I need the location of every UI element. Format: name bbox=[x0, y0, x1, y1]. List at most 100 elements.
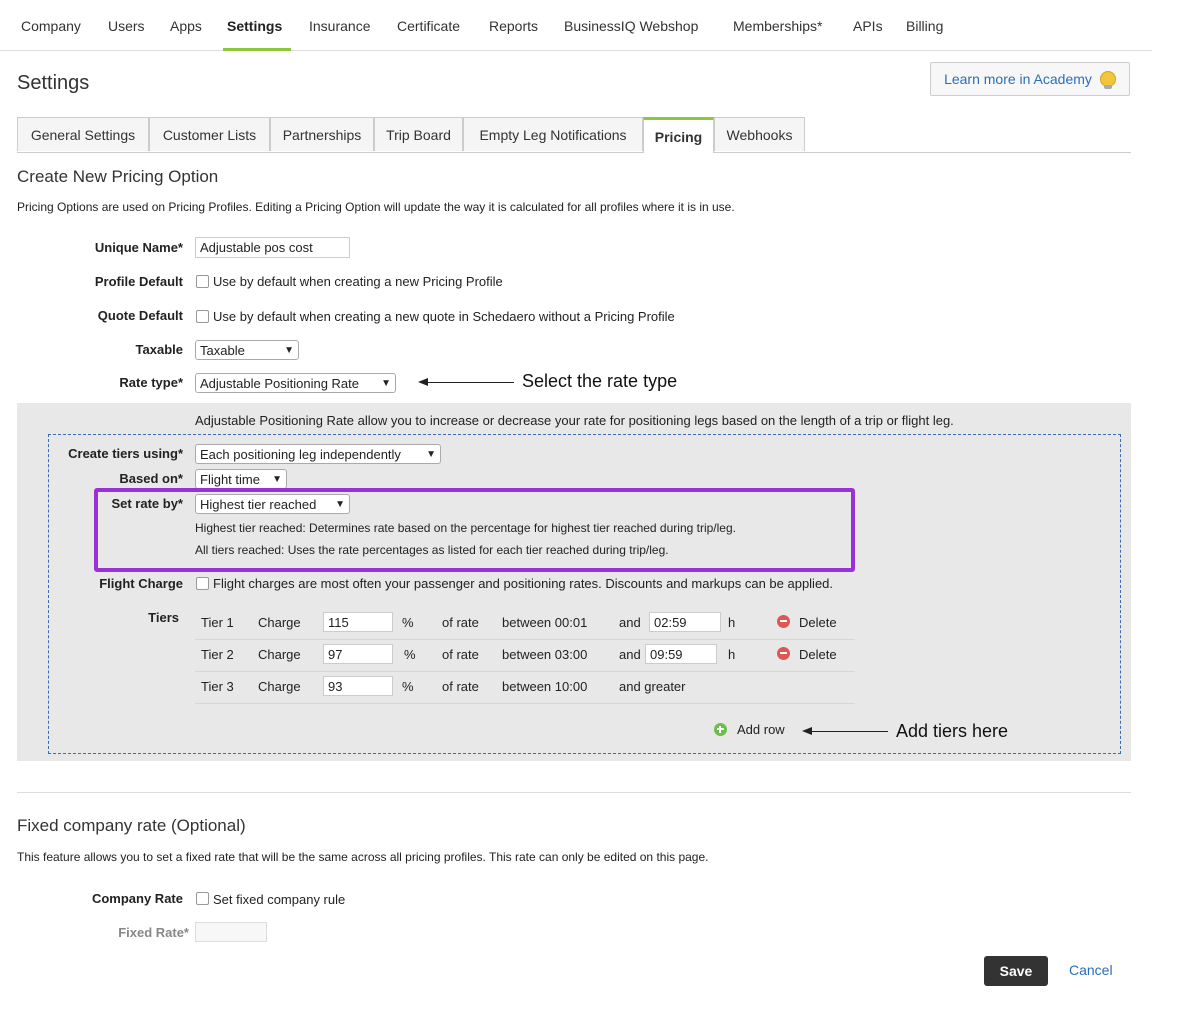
company-rate-label: Company Rate bbox=[91, 891, 183, 906]
fixed-rate-input[interactable] bbox=[195, 922, 267, 942]
tier-percent-input[interactable] bbox=[323, 612, 393, 632]
delete-icon[interactable] bbox=[777, 647, 790, 660]
create-heading: Create New Pricing Option bbox=[17, 167, 219, 186]
create-tiers-select[interactable]: Each positioning leg independently ▼ bbox=[195, 444, 441, 464]
chevron-down-icon: ▼ bbox=[381, 377, 391, 389]
company-rate-text: Set fixed company rule bbox=[213, 892, 346, 907]
tab-customer-lists[interactable]: Customer Lists bbox=[149, 117, 270, 151]
nav-memberships[interactable]: Memberships* bbox=[733, 18, 822, 34]
unique-name-input[interactable] bbox=[195, 237, 350, 258]
nav-billing[interactable]: Billing bbox=[906, 18, 943, 34]
flight-charge-checkbox[interactable] bbox=[196, 577, 209, 590]
fixed-rate-label: Fixed Rate* bbox=[118, 925, 189, 940]
top-nav: Company Users Apps Settings Insurance Ce… bbox=[0, 0, 1152, 51]
add-row-icon[interactable] bbox=[714, 723, 727, 736]
tab-pricing[interactable]: Pricing bbox=[643, 117, 714, 153]
delete-icon[interactable] bbox=[777, 615, 790, 628]
nav-reports[interactable]: Reports bbox=[489, 18, 538, 34]
unique-name-label: Unique Name* bbox=[94, 240, 183, 255]
nav-certificate[interactable]: Certificate bbox=[397, 18, 460, 34]
annotation-arrow-left-icon bbox=[802, 727, 888, 735]
profile-default-text: Use by default when creating a new Prici… bbox=[213, 274, 503, 289]
academy-button[interactable]: Learn more in Academy bbox=[930, 62, 1130, 96]
create-description: Pricing Options are used on Pricing Prof… bbox=[17, 200, 735, 214]
tier-number: Tier 3 bbox=[201, 679, 234, 694]
taxable-label: Taxable bbox=[135, 342, 183, 357]
tier-percent-input[interactable] bbox=[323, 676, 393, 696]
tier-percent-input[interactable] bbox=[323, 644, 393, 664]
percent-sign: % bbox=[404, 647, 416, 662]
and-label: and bbox=[619, 647, 641, 662]
nav-active-indicator bbox=[223, 48, 291, 51]
set-rate-select[interactable]: Highest tier reached ▼ bbox=[195, 494, 350, 514]
set-rate-value: Highest tier reached bbox=[200, 496, 317, 512]
add-row-annotation: Add tiers here bbox=[896, 721, 1009, 741]
nav-insurance[interactable]: Insurance bbox=[309, 18, 370, 34]
section-divider bbox=[17, 792, 1131, 793]
tab-empty-leg-notifications[interactable]: Empty Leg Notifications bbox=[463, 117, 643, 151]
delete-link[interactable]: Delete bbox=[799, 647, 837, 662]
fixed-rate-heading: Fixed company rate (Optional) bbox=[17, 816, 246, 835]
quote-default-label: Quote Default bbox=[97, 308, 183, 323]
based-on-value: Flight time bbox=[200, 471, 260, 487]
of-rate-label: of rate bbox=[442, 647, 479, 662]
table-row: Tier 1 Charge % of rate between 00:01 an… bbox=[195, 607, 855, 640]
chevron-down-icon: ▼ bbox=[426, 448, 436, 460]
rate-type-description: Adjustable Positioning Rate allow you to… bbox=[195, 413, 954, 428]
taxable-value: Taxable bbox=[200, 342, 245, 358]
tiers-label: Tiers bbox=[148, 610, 179, 625]
hours-label: h bbox=[728, 647, 736, 662]
nav-apis[interactable]: APIs bbox=[853, 18, 883, 34]
nav-users[interactable]: Users bbox=[108, 18, 145, 34]
page-title: Settings bbox=[17, 72, 90, 94]
save-button[interactable]: Save bbox=[984, 956, 1048, 986]
set-rate-help-all: All tiers reached: Uses the rate percent… bbox=[195, 543, 669, 557]
profile-default-label: Profile Default bbox=[94, 274, 183, 289]
based-on-select[interactable]: Flight time ▼ bbox=[195, 469, 287, 489]
rate-type-value: Adjustable Positioning Rate bbox=[200, 375, 359, 391]
profile-default-checkbox[interactable] bbox=[196, 275, 209, 288]
table-row: Tier 3 Charge % of rate between 10:00 an… bbox=[195, 671, 855, 704]
nav-settings[interactable]: Settings bbox=[227, 18, 282, 34]
nav-company[interactable]: Company bbox=[21, 18, 81, 34]
settings-tabs: General Settings Customer Lists Partners… bbox=[17, 117, 1131, 153]
of-rate-label: of rate bbox=[442, 615, 479, 630]
percent-sign: % bbox=[402, 615, 414, 630]
flight-charge-text: Flight charges are most often your passe… bbox=[213, 576, 834, 591]
create-tiers-value: Each positioning leg independently bbox=[200, 446, 401, 462]
tier-charge-label: Charge bbox=[258, 647, 301, 662]
tab-trip-board[interactable]: Trip Board bbox=[374, 117, 463, 151]
lightbulb-icon bbox=[1099, 71, 1116, 89]
set-rate-label: Set rate by* bbox=[111, 496, 183, 511]
tier-end-input[interactable] bbox=[645, 644, 717, 664]
fixed-rate-description: This feature allows you to set a fixed r… bbox=[17, 850, 709, 864]
and-label: and bbox=[619, 615, 641, 630]
nav-webshop[interactable]: BusinessIQ Webshop bbox=[564, 18, 698, 34]
chevron-down-icon: ▼ bbox=[272, 473, 282, 485]
flight-charge-label: Flight Charge bbox=[99, 576, 183, 591]
nav-apps[interactable]: Apps bbox=[170, 18, 202, 34]
quote-default-text: Use by default when creating a new quote… bbox=[213, 309, 675, 324]
delete-link[interactable]: Delete bbox=[799, 615, 837, 630]
academy-button-label: Learn more in Academy bbox=[944, 71, 1092, 87]
tier-end-input[interactable] bbox=[649, 612, 721, 632]
taxable-select[interactable]: Taxable ▼ bbox=[195, 340, 299, 360]
cancel-link[interactable]: Cancel bbox=[1069, 962, 1113, 978]
tab-partnerships[interactable]: Partnerships bbox=[270, 117, 374, 151]
add-row-link[interactable]: Add row bbox=[737, 722, 785, 737]
tier-number: Tier 1 bbox=[201, 615, 234, 630]
annotation-arrow-left-icon bbox=[418, 378, 514, 386]
tab-general-settings[interactable]: General Settings bbox=[17, 117, 149, 151]
and-greater-label: and greater bbox=[619, 679, 686, 694]
rate-type-annotation: Select the rate type bbox=[522, 371, 678, 391]
quote-default-checkbox[interactable] bbox=[196, 310, 209, 323]
rate-type-select[interactable]: Adjustable Positioning Rate ▼ bbox=[195, 373, 396, 393]
chevron-down-icon: ▼ bbox=[284, 344, 294, 356]
tier-number: Tier 2 bbox=[201, 647, 234, 662]
between-label: between 03:00 bbox=[502, 647, 588, 662]
between-label: between 00:01 bbox=[502, 615, 588, 630]
company-rate-checkbox[interactable] bbox=[196, 892, 209, 905]
tab-webhooks[interactable]: Webhooks bbox=[714, 117, 805, 151]
of-rate-label: of rate bbox=[442, 679, 479, 694]
tiers-table: Tier 1 Charge % of rate between 00:01 an… bbox=[195, 607, 855, 704]
